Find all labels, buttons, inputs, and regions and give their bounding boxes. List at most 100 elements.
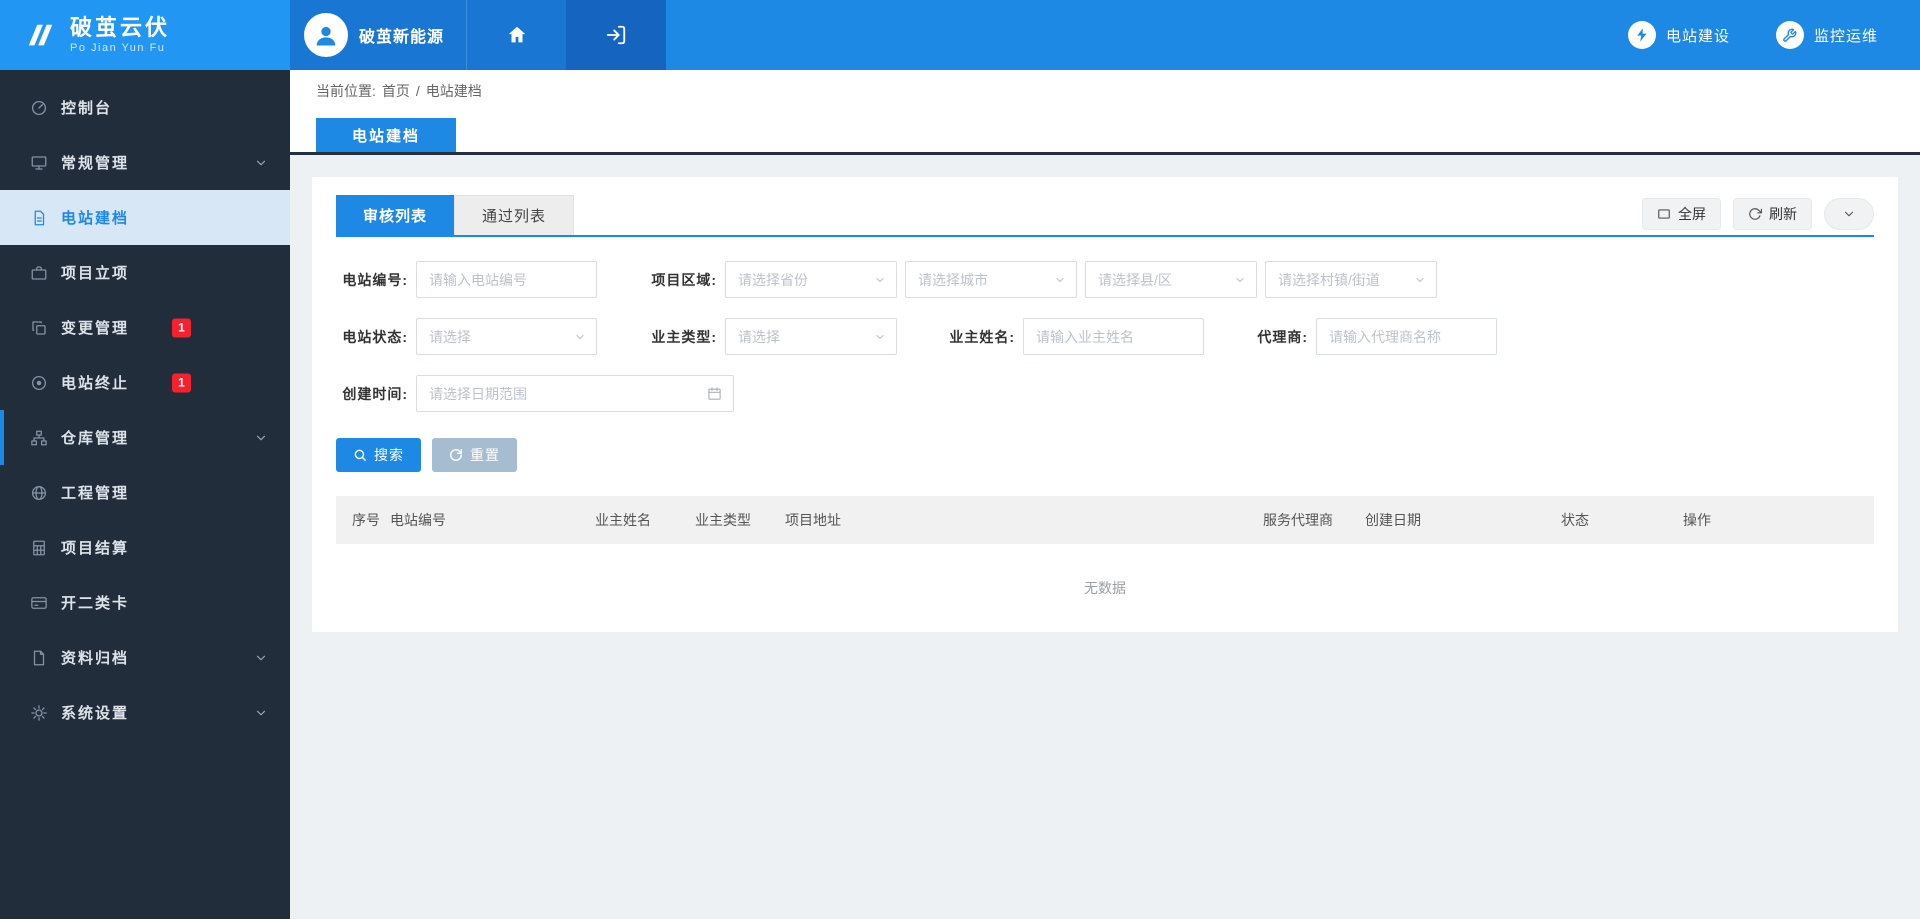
app-window: 破茧云伏 Po Jian Yun Fu 破茧新能源: [0, 0, 1920, 919]
column-header-project-address: 项目地址: [785, 510, 1263, 530]
breadcrumb-separator: /: [416, 83, 420, 99]
search-icon: [353, 448, 367, 462]
sidebar-item-engineering-mgmt[interactable]: 工程管理: [0, 465, 290, 520]
refresh-button[interactable]: 刷新: [1733, 198, 1812, 230]
content-area: 审核列表 通过列表 全屏: [290, 155, 1920, 919]
owner-type-label: 业主类型:: [639, 327, 717, 347]
monitor-icon: [30, 154, 48, 172]
owner-name-input[interactable]: [1023, 318, 1204, 355]
chevron-down-icon: [574, 331, 586, 343]
agent-input[interactable]: [1316, 318, 1497, 355]
sidebar-item-label: 项目结算: [61, 537, 129, 558]
copy-icon: [30, 319, 48, 337]
chevron-down-icon: [1054, 274, 1066, 286]
filter-row-3: 创建时间: 请选择日期范围: [336, 375, 1874, 412]
chevron-down-icon: [254, 706, 268, 720]
filter-row-1: 电站编号: 项目区域: 请选择省份 请选择城市: [336, 261, 1874, 298]
column-header-station-no: 电站编号: [390, 510, 595, 530]
chevron-down-icon: [254, 431, 268, 445]
filter-actions: 搜索 重置: [336, 438, 1874, 472]
city-placeholder: 请选择城市: [918, 270, 988, 290]
table-header-row: 序号 电站编号 业主姓名 业主类型 项目地址 服务代理商 创建日期 状态 操作: [336, 496, 1874, 544]
nav-item-monitoring[interactable]: 监控运维: [1776, 21, 1878, 49]
tab-passed-list[interactable]: 通过列表: [454, 195, 574, 235]
city-select[interactable]: 请选择城市: [905, 261, 1077, 298]
page-tab-bar: 电站建档: [290, 112, 1920, 155]
top-header: 破茧云伏 Po Jian Yun Fu 破茧新能源: [0, 0, 1920, 70]
collapse-toggle-button[interactable]: [1824, 198, 1874, 230]
search-button[interactable]: 搜索: [336, 438, 421, 472]
brand-logo: 破茧云伏 Po Jian Yun Fu: [0, 0, 290, 70]
fullscreen-button[interactable]: 全屏: [1642, 198, 1721, 230]
station-status-label: 电站状态:: [336, 327, 408, 347]
sidebar-item-change-mgmt[interactable]: 变更管理 1: [0, 300, 290, 355]
chevron-down-icon: [874, 331, 886, 343]
notification-badge: 1: [172, 318, 191, 337]
chevron-down-icon: [1414, 274, 1426, 286]
owner-name-label: 业主姓名:: [943, 327, 1015, 347]
sidebar-item-label: 变更管理: [61, 317, 129, 338]
refresh-icon: [1748, 207, 1762, 221]
column-header-service-agent: 服务代理商: [1263, 510, 1365, 530]
target-icon: [30, 374, 48, 392]
owner-type-select[interactable]: 请选择: [725, 318, 897, 355]
main-area: 当前位置: 首页 / 电站建档 电站建档 审核列表 通过列表: [290, 70, 1920, 919]
breadcrumb: 当前位置: 首页 / 电站建档: [290, 70, 1920, 112]
column-header-actions: 操作: [1683, 510, 1874, 530]
sidebar-item-label: 电站建档: [61, 207, 129, 228]
sidebar-item-project-initiation[interactable]: 项目立项: [0, 245, 290, 300]
station-no-input[interactable]: [416, 261, 597, 298]
home-icon: [506, 24, 528, 46]
breadcrumb-current: 电站建档: [426, 81, 482, 101]
calculator-icon: [30, 539, 48, 557]
sidebar-item-station-termination[interactable]: 电站终止 1: [0, 355, 290, 410]
village-select[interactable]: 请选择村镇/街道: [1265, 261, 1437, 298]
breadcrumb-home-link[interactable]: 首页: [382, 81, 410, 101]
sidebar-item-label: 控制台: [61, 97, 112, 118]
nav-label: 监控运维: [1814, 25, 1878, 46]
results-table: 序号 电站编号 业主姓名 业主类型 项目地址 服务代理商 创建日期 状态 操作 …: [336, 496, 1874, 632]
sidebar-item-warehouse-mgmt[interactable]: 仓库管理: [0, 410, 290, 465]
briefcase-icon: [30, 264, 48, 282]
lightning-icon: [1628, 21, 1656, 49]
header-nav: 电站建设 监控运维: [1628, 0, 1920, 70]
column-header-status: 状态: [1561, 510, 1683, 530]
chevron-down-icon: [1234, 274, 1246, 286]
chevron-down-icon: [874, 274, 886, 286]
home-button[interactable]: [466, 0, 566, 70]
panel-toolbar: 全屏 刷新: [1642, 198, 1874, 230]
notification-badge: 1: [172, 373, 191, 392]
sitemap-icon: [30, 429, 48, 447]
sidebar-item-label: 工程管理: [61, 482, 129, 503]
dashboard-icon: [30, 99, 48, 117]
sidebar-item-card-opening[interactable]: 开二类卡: [0, 575, 290, 630]
tab-review-list[interactable]: 审核列表: [336, 195, 454, 235]
sidebar-item-console[interactable]: 控制台: [0, 80, 290, 135]
filter-row-2: 电站状态: 请选择 业主类型: 请选择 业主姓名:: [336, 318, 1874, 355]
province-select[interactable]: 请选择省份: [725, 261, 897, 298]
village-placeholder: 请选择村镇/街道: [1278, 270, 1380, 290]
user-account-button[interactable]: 破茧新能源: [290, 0, 466, 70]
reset-label: 重置: [470, 445, 500, 465]
sidebar-item-data-archiving[interactable]: 资料归档: [0, 630, 290, 685]
sign-in-button[interactable]: [566, 0, 666, 70]
sidebar-item-station-filing[interactable]: 电站建档: [0, 190, 290, 245]
sidebar-item-label: 项目立项: [61, 262, 129, 283]
page-tab-station-filing[interactable]: 电站建档: [316, 118, 456, 152]
reset-button[interactable]: 重置: [432, 438, 517, 472]
sign-in-icon: [605, 24, 627, 46]
nav-label: 电站建设: [1666, 25, 1730, 46]
county-select[interactable]: 请选择县/区: [1085, 261, 1257, 298]
province-placeholder: 请选择省份: [738, 270, 808, 290]
nav-item-construction[interactable]: 电站建设: [1628, 21, 1730, 49]
station-status-select[interactable]: 请选择: [416, 318, 597, 355]
sidebar-item-system-settings[interactable]: 系统设置: [0, 685, 290, 740]
sidebar-item-project-settlement[interactable]: 项目结算: [0, 520, 290, 575]
date-range-input[interactable]: 请选择日期范围: [416, 375, 734, 412]
sidebar-item-general-mgmt[interactable]: 常规管理: [0, 135, 290, 190]
calendar-icon: [707, 386, 722, 401]
sidebar-item-label: 电站终止: [61, 372, 129, 393]
user-avatar-icon: [304, 13, 348, 57]
reset-icon: [449, 448, 463, 462]
breadcrumb-prefix: 当前位置:: [316, 81, 376, 101]
